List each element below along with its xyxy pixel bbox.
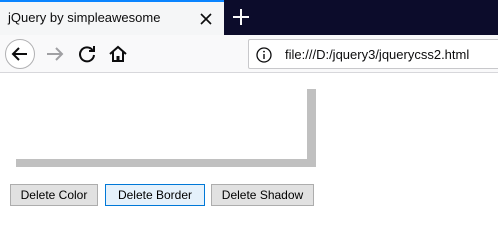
box-shadow-bottom [16,159,316,167]
close-icon[interactable] [196,9,216,29]
box-shadow-right [307,89,316,167]
home-icon[interactable] [103,39,133,69]
tab-title: jQuery by simpleawesome [8,10,161,25]
delete-border-button[interactable]: Delete Border [105,184,205,206]
delete-shadow-button[interactable]: Delete Shadow [211,184,314,206]
url-bar[interactable]: file:///D:/jquery3/jquerycss2.html [248,39,498,69]
active-tab[interactable]: jQuery by simpleawesome [0,0,224,35]
tab-bar: jQuery by simpleawesome [0,0,498,35]
navigation-toolbar: file:///D:/jquery3/jquerycss2.html [0,35,498,73]
url-text: file:///D:/jquery3/jquerycss2.html [285,47,470,62]
info-icon[interactable] [255,46,273,64]
forward-arrow-icon[interactable] [40,39,70,69]
delete-color-button[interactable]: Delete Color [10,184,98,206]
reload-icon[interactable] [72,39,102,69]
plus-icon[interactable] [228,4,254,30]
back-arrow-icon[interactable] [5,39,35,69]
